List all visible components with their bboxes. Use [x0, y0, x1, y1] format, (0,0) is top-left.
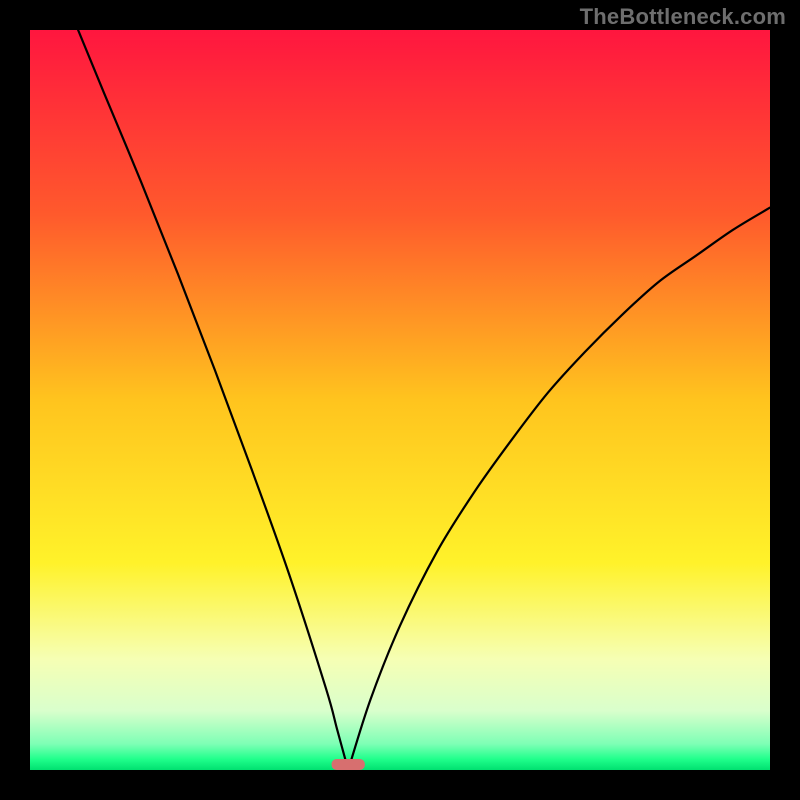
watermark-text: TheBottleneck.com — [580, 4, 786, 30]
minimum-marker — [332, 759, 365, 770]
plot-background — [30, 30, 770, 770]
bottleneck-plot — [30, 30, 770, 770]
chart-container: TheBottleneck.com — [0, 0, 800, 800]
